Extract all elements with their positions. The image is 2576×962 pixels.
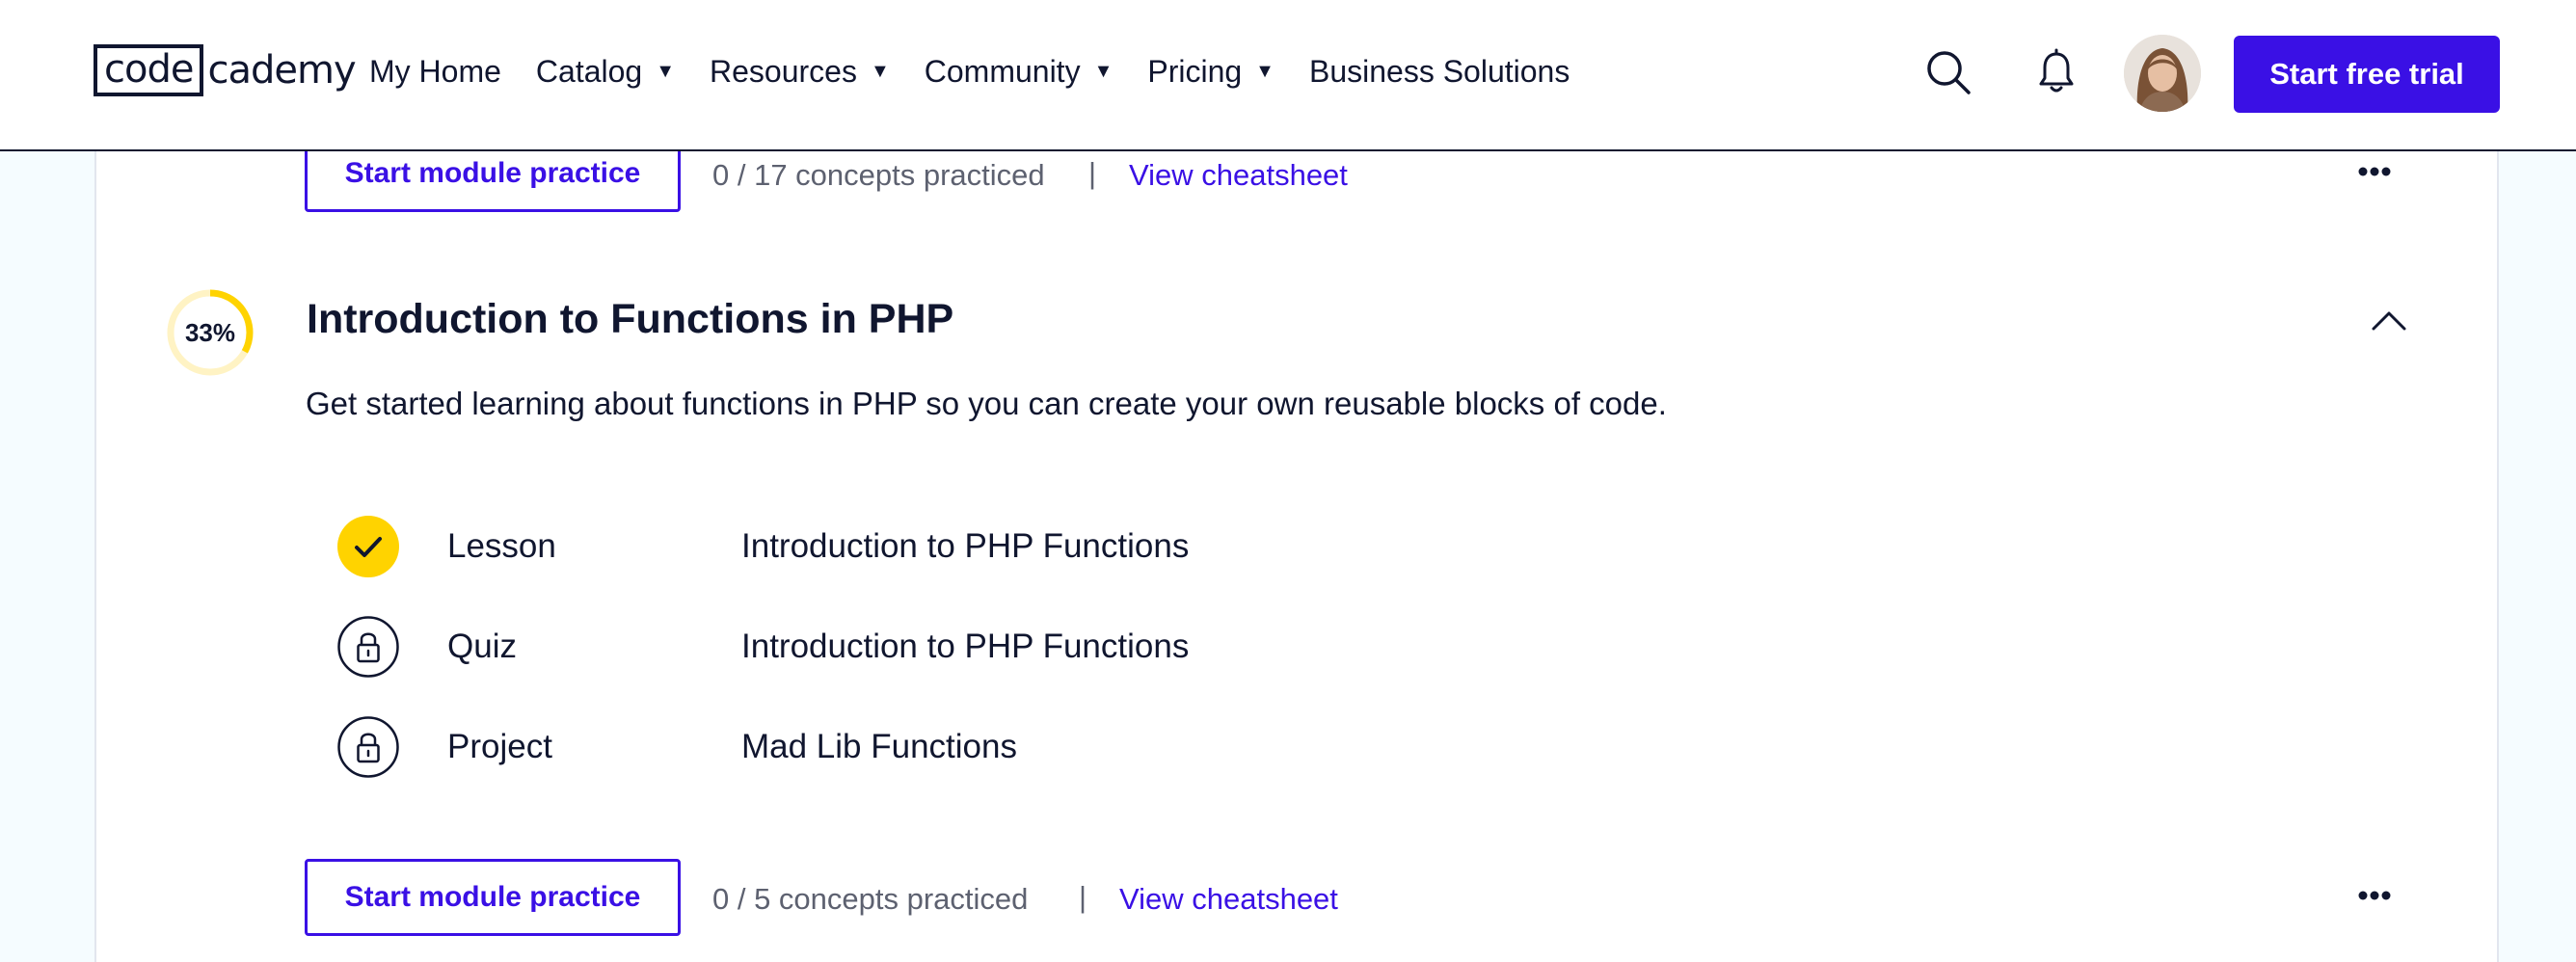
concepts-practiced-count: 0 / 17 concepts practiced [712, 158, 1045, 192]
avatar-photo [2124, 35, 2201, 112]
module-item-project[interactable]: Project Mad Lib Functions [96, 714, 2497, 780]
bell-icon[interactable] [2032, 48, 2080, 96]
start-free-trial-button[interactable]: Start free trial [2234, 36, 2500, 113]
module-item-lesson[interactable]: Lesson Introduction to PHP Functions [96, 514, 2497, 579]
nav-catalog[interactable]: Catalog ▼ [536, 54, 675, 90]
nav-community-label: Community [924, 53, 1081, 89]
module-practice-row: Start module practice 0 / 5 concepts pra… [96, 859, 2497, 936]
user-avatar[interactable] [2124, 35, 2201, 112]
syllabus-card: Start module practice 0 / 17 concepts pr… [94, 135, 2499, 962]
codecademy-logo[interactable]: code cademy [94, 44, 357, 96]
item-type: Lesson [447, 527, 556, 565]
chevron-up-icon[interactable] [2370, 306, 2408, 333]
check-icon [337, 516, 399, 577]
start-module-practice-button[interactable]: Start module practice [305, 859, 681, 936]
separator: | [1088, 156, 1097, 190]
module-title[interactable]: Introduction to Functions in PHP [307, 296, 953, 343]
search-icon[interactable] [1924, 48, 1972, 96]
nav-catalog-label: Catalog [535, 53, 643, 89]
lock-icon [337, 616, 399, 678]
more-options-icon[interactable] [2358, 166, 2391, 177]
logo-text: cademy [207, 48, 356, 93]
nav-pricing-label: Pricing [1147, 53, 1243, 89]
logo-code-box: code [94, 44, 204, 96]
module-item-quiz[interactable]: Quiz Introduction to PHP Functions [96, 614, 2497, 680]
caret-down-icon: ▼ [656, 61, 675, 82]
top-navigation-bar: code cademy My Home Catalog ▼ Resources … [0, 0, 2576, 151]
caret-down-icon: ▼ [1255, 61, 1275, 82]
item-name[interactable]: Mad Lib Functions [741, 728, 1017, 766]
nav-my-home-label: My Home [369, 53, 501, 89]
view-cheatsheet-link[interactable]: View cheatsheet [1129, 158, 1348, 193]
caret-down-icon: ▼ [870, 61, 890, 82]
nav-business-solutions[interactable]: Business Solutions [1309, 54, 1570, 90]
more-options-icon[interactable] [2358, 890, 2391, 901]
nav-business-solutions-label: Business Solutions [1308, 53, 1570, 89]
item-name[interactable]: Introduction to PHP Functions [741, 628, 1189, 666]
nav-resources[interactable]: Resources ▼ [710, 54, 890, 90]
caret-down-icon: ▼ [1093, 61, 1114, 82]
concepts-practiced-count: 0 / 5 concepts practiced [712, 882, 1029, 916]
item-type: Quiz [447, 628, 517, 665]
lock-icon [337, 716, 399, 778]
module-progress-percent: 33% [184, 317, 236, 347]
nav-resources-label: Resources [710, 53, 857, 89]
separator: | [1079, 880, 1087, 914]
nav-my-home[interactable]: My Home [369, 54, 501, 90]
nav-pricing[interactable]: Pricing ▼ [1147, 54, 1275, 90]
item-type: Project [447, 728, 552, 765]
nav-community[interactable]: Community ▼ [925, 54, 1114, 90]
view-cheatsheet-link[interactable]: View cheatsheet [1119, 882, 1338, 917]
module-description: Get started learning about functions in … [306, 386, 1667, 421]
main-nav: My Home Catalog ▼ Resources ▼ Community … [369, 49, 1604, 94]
item-name[interactable]: Introduction to PHP Functions [741, 527, 1189, 566]
